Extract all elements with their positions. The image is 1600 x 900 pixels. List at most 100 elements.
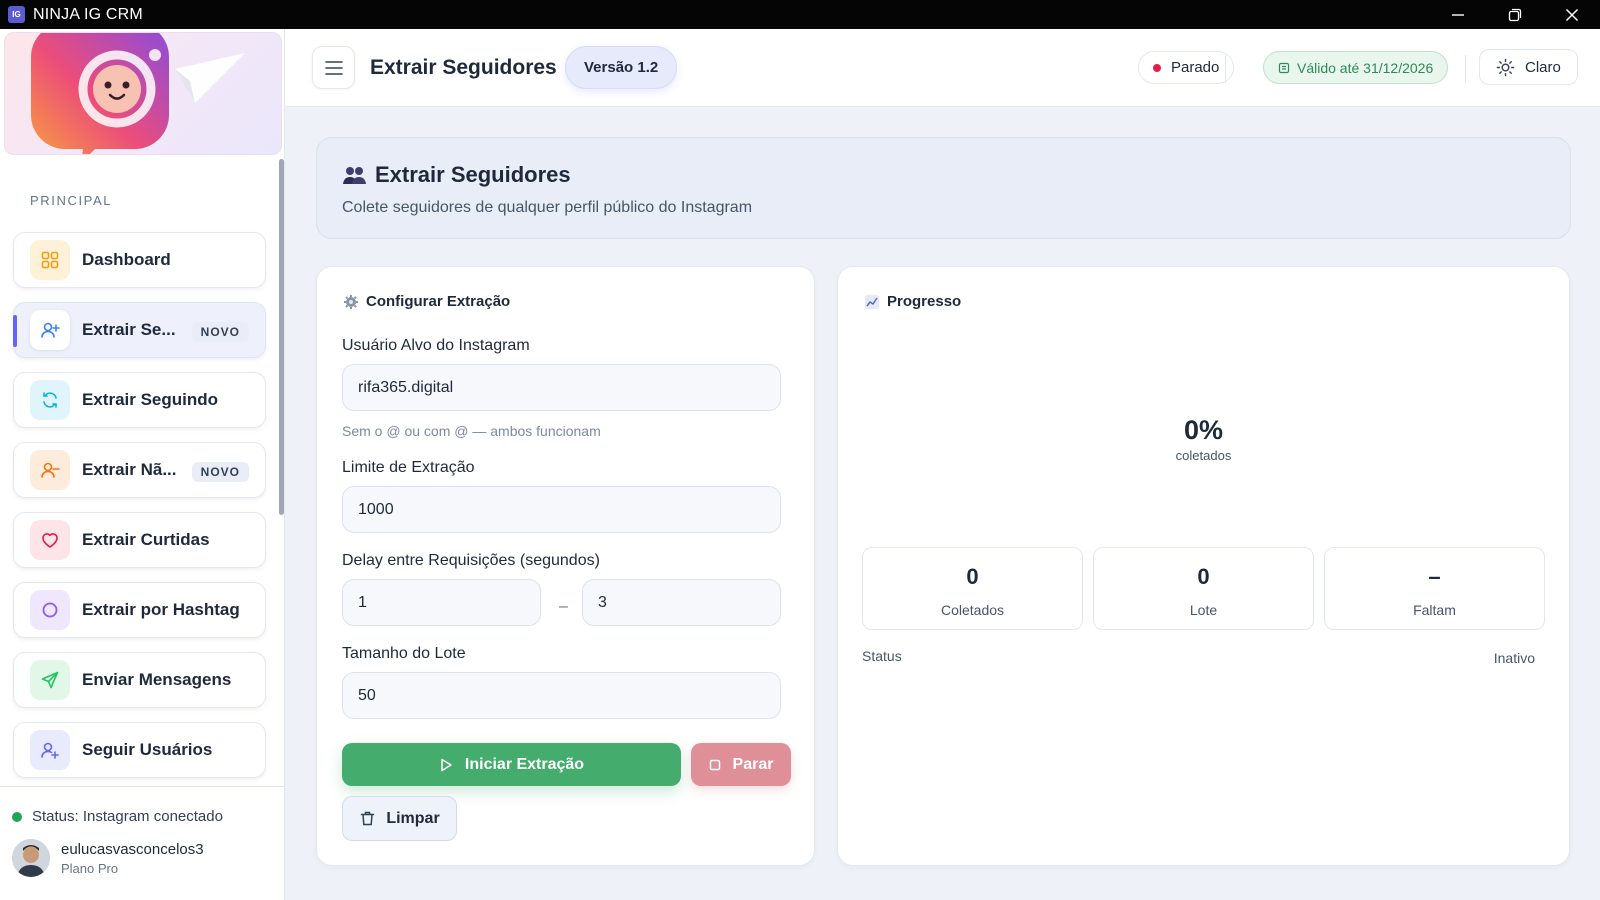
- heart-icon: [30, 520, 70, 560]
- target-user-label: Usuário Alvo do Instagram: [342, 337, 530, 354]
- sidebar-item-dashboard[interactable]: Dashboard: [13, 232, 266, 288]
- title-bar: IG NINJA IG CRM: [0, 0, 1600, 29]
- refresh-icon: [30, 380, 70, 420]
- user-name: eulucasvasconcelos3: [61, 840, 204, 858]
- sidebar-item-label: Extrair por Hashtag: [82, 600, 240, 619]
- circle-icon: [30, 590, 70, 630]
- delay-min-input[interactable]: [342, 579, 541, 626]
- sidebar-scrollbar[interactable]: [279, 159, 284, 515]
- hero-title-text: Extrair Seguidores: [375, 162, 571, 187]
- stat-batch: 0 Lote: [1093, 547, 1314, 630]
- batch-size-label: Tamanho do Lote: [342, 645, 466, 662]
- instagram-mascot-icon: [31, 33, 245, 154]
- sidebar: PRINCIPAL Dashboard Extrair Se... NOVO E…: [0, 29, 285, 900]
- sidebar-item-seguir-usuarios[interactable]: Seguir Usuários: [13, 722, 266, 778]
- window-controls: [1429, 0, 1600, 29]
- page-title: Extrair Seguidores: [370, 56, 557, 79]
- progress-status-value: Inativo: [1493, 650, 1535, 666]
- calendar-icon: [1278, 62, 1290, 73]
- progress-card-title: Progresso: [864, 293, 961, 310]
- users-icon: [343, 167, 366, 184]
- user-minus-icon: [30, 450, 70, 490]
- limit-label: Limite de Extração: [342, 459, 475, 476]
- stat-label: Lote: [1189, 602, 1218, 618]
- user-add-icon: [30, 730, 70, 770]
- sidebar-section-label: PRINCIPAL: [30, 193, 113, 208]
- target-user-input[interactable]: [342, 364, 781, 411]
- close-button[interactable]: [1543, 0, 1600, 29]
- sidebar-item-label: Extrair Nã...: [82, 460, 177, 479]
- connection-status-text: Status: Instagram conectado: [32, 808, 223, 825]
- hero-subtitle: Colete seguidores de qualquer perfil púb…: [342, 199, 753, 216]
- license-validity-badge: Válido até 31/12/2026: [1263, 51, 1449, 84]
- stat-remaining: – Faltam: [1324, 547, 1545, 630]
- progress-card: Progresso 0% coletados 0 Coletados 0 Lot…: [837, 266, 1570, 866]
- sidebar-item-extrair-curtidas[interactable]: Extrair Curtidas: [13, 512, 266, 568]
- avatar: [12, 839, 50, 877]
- top-header: Extrair Seguidores Versão 1.2 Parado Vál…: [285, 29, 1600, 107]
- progress-percent: 0%: [1183, 415, 1224, 445]
- theme-toggle-button[interactable]: Claro: [1479, 49, 1578, 85]
- stat-value: –: [1428, 564, 1441, 589]
- stop-label: Parar: [732, 755, 774, 773]
- menu-toggle-button[interactable]: [312, 46, 355, 89]
- config-card-title-text: Configurar Extração: [366, 293, 511, 310]
- stop-button[interactable]: Parar: [691, 743, 791, 786]
- trash-icon: [361, 811, 375, 826]
- user-profile[interactable]: eulucasvasconcelos3 Plano Pro: [12, 839, 204, 877]
- hamburger-icon: [324, 60, 343, 75]
- connection-status: Status: Instagram conectado: [12, 808, 223, 825]
- sidebar-item-label: Dashboard: [82, 250, 171, 269]
- start-extraction-button[interactable]: Iniciar Extração: [342, 743, 681, 786]
- sidebar-item-label: Extrair Se...: [82, 320, 176, 339]
- extraction-state-badge: Parado: [1138, 51, 1235, 84]
- header-divider: [1225, 55, 1226, 83]
- sun-icon: [1496, 58, 1515, 76]
- chart-icon: [865, 294, 879, 309]
- app-logo-icon: IG: [8, 6, 25, 23]
- user-plan: Plano Pro: [61, 860, 119, 876]
- send-icon: [30, 660, 70, 700]
- minimize-icon: [1451, 13, 1464, 16]
- state-dot-icon: [1153, 63, 1161, 72]
- start-extraction-label: Iniciar Extração: [464, 755, 585, 773]
- stat-label: Faltam: [1413, 602, 1456, 618]
- config-card: Configurar Extração Usuário Alvo do Inst…: [316, 266, 815, 866]
- sidebar-item-extrair-nao[interactable]: Extrair Nã... NOVO: [13, 442, 266, 498]
- state-label: Parado: [1171, 59, 1220, 76]
- sidebar-item-label: Enviar Mensagens: [82, 670, 232, 689]
- grid-icon: [30, 240, 70, 280]
- clear-label: Limpar: [386, 809, 440, 827]
- version-badge: Versão 1.2: [565, 46, 678, 89]
- new-badge: NOVO: [191, 462, 249, 482]
- new-badge: NOVO: [191, 322, 249, 342]
- limit-input[interactable]: [342, 486, 781, 533]
- sidebar-item-extrair-seguidores[interactable]: Extrair Se... NOVO: [13, 302, 266, 358]
- license-validity-text: Válido até 31/12/2026: [1297, 59, 1434, 76]
- minimize-button[interactable]: [1429, 0, 1486, 29]
- progress-status-label: Status: [862, 648, 902, 664]
- restore-button[interactable]: [1486, 0, 1543, 29]
- stat-value: 0: [966, 564, 979, 589]
- stat-value: 0: [1197, 564, 1210, 589]
- delay-separator: –: [559, 598, 568, 615]
- clear-button[interactable]: Limpar: [342, 796, 457, 841]
- sidebar-item-extrair-hashtag[interactable]: Extrair por Hashtag: [13, 582, 266, 638]
- theme-label: Claro: [1525, 58, 1561, 76]
- hero-title: Extrair Seguidores: [343, 162, 571, 188]
- sidebar-item-extrair-seguindo[interactable]: Extrair Seguindo: [13, 372, 266, 428]
- header-divider: [1465, 55, 1466, 83]
- sidebar-nav: Dashboard Extrair Se... NOVO Extrair Seg…: [13, 232, 266, 792]
- page-hero: Extrair Seguidores Colete seguidores de …: [316, 137, 1571, 239]
- restore-icon: [1508, 8, 1521, 21]
- stat-label: Coletados: [940, 602, 1005, 618]
- user-plus-icon: [30, 310, 70, 350]
- sidebar-item-enviar-mensagens[interactable]: Enviar Mensagens: [13, 652, 266, 708]
- close-icon: [1565, 8, 1578, 21]
- batch-size-input[interactable]: [342, 672, 781, 719]
- play-icon: [441, 758, 452, 771]
- delay-max-input[interactable]: [582, 579, 781, 626]
- sidebar-item-label: Extrair Seguindo: [82, 390, 219, 409]
- sidebar-item-label: Extrair Curtidas: [82, 530, 210, 549]
- sidebar-footer: Status: Instagram conectado eulucasvasco…: [0, 786, 284, 900]
